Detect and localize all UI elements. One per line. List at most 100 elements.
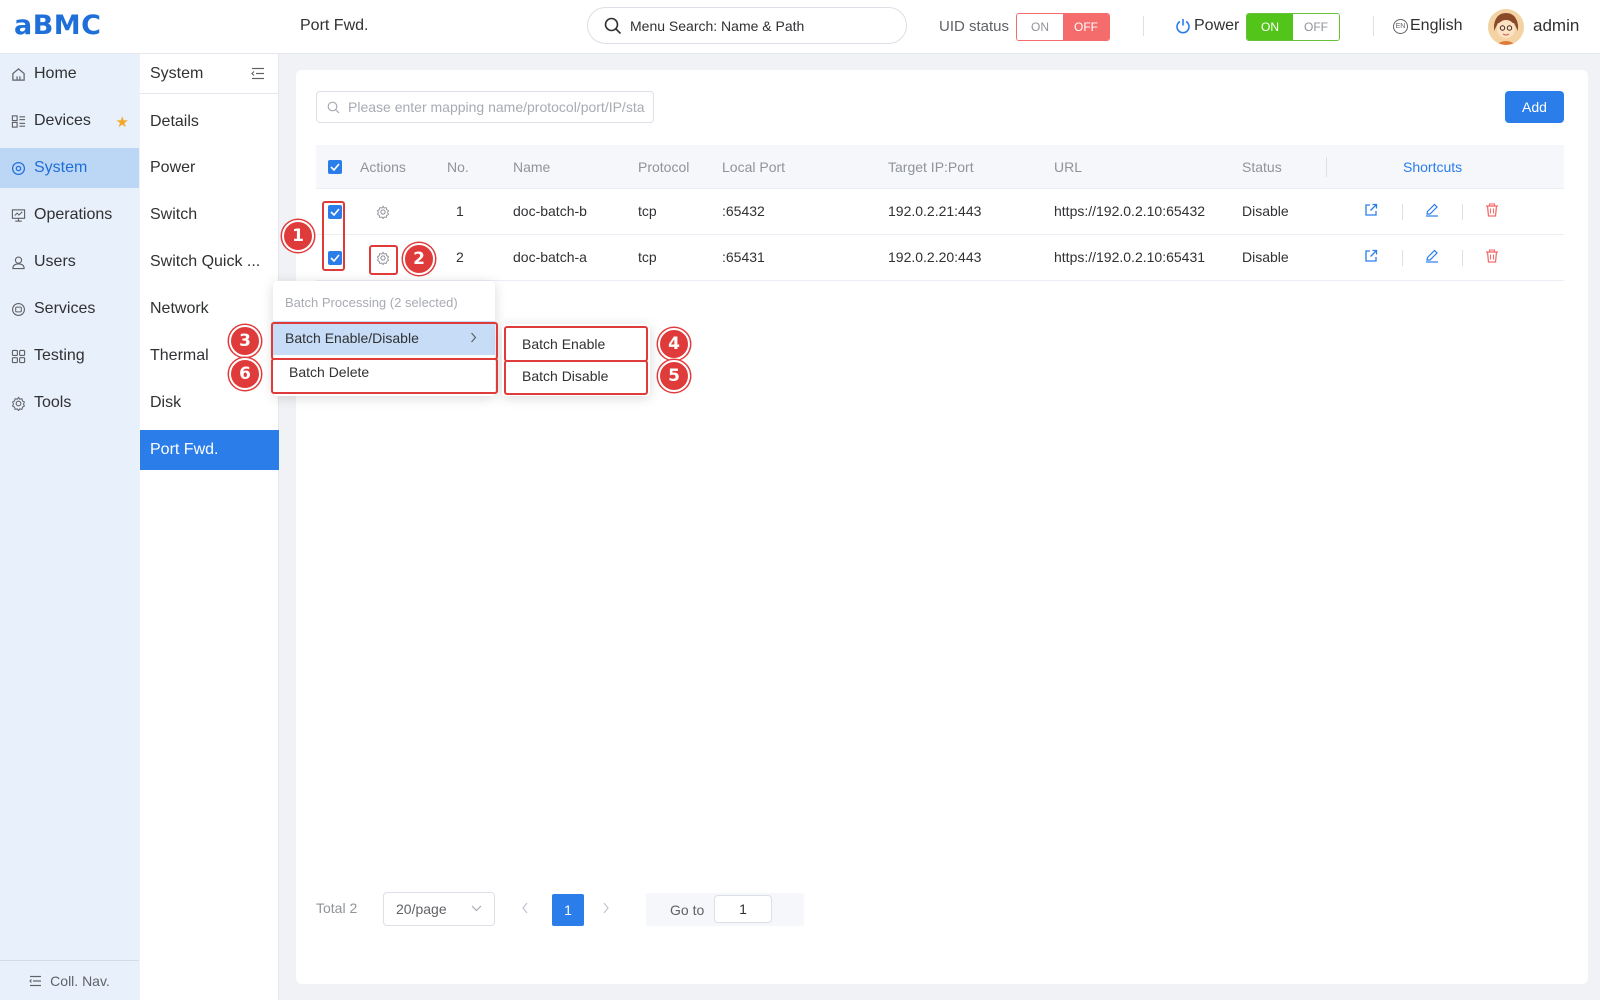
open-link-icon[interactable]	[1364, 203, 1378, 217]
app-logo[interactable]: aBMC	[14, 10, 101, 41]
row-local-port: :65431	[722, 249, 765, 265]
nav-label: Testing	[34, 347, 85, 364]
menu-search-input[interactable]: Menu Search: Name & Path	[587, 7, 907, 44]
table-row: 1 doc-batch-b tcp :65432 192.0.2.21:443 …	[316, 189, 1564, 235]
power-label: Power	[1194, 17, 1240, 34]
prev-page-icon[interactable]	[521, 902, 529, 914]
annotation-badge: 4	[658, 328, 690, 360]
row-url[interactable]: https://192.0.2.10:65431	[1054, 249, 1205, 265]
collapse-nav-label: Coll. Nav.	[50, 972, 110, 989]
settings-gear-icon[interactable]	[376, 205, 390, 219]
nav-item-services[interactable]: Services	[0, 289, 139, 329]
power-off-option[interactable]: OFF	[1293, 14, 1339, 40]
shortcut-divider	[1462, 250, 1463, 266]
select-all-checkbox[interactable]	[328, 160, 342, 174]
nav-item-users[interactable]: Users	[0, 242, 139, 282]
row-status: Disable	[1242, 203, 1289, 219]
nav-label: Users	[34, 253, 76, 270]
annotation-highlight-delete	[271, 358, 498, 394]
nav-item-devices[interactable]: Devices ★	[0, 101, 139, 141]
subnav-header: System	[140, 54, 279, 94]
collapse-nav-button[interactable]: Coll. Nav.	[0, 960, 139, 1000]
language-icon: EN	[1393, 19, 1408, 34]
check-icon	[330, 163, 340, 171]
next-page-icon[interactable]	[602, 902, 610, 914]
annotation-highlight-gear	[369, 245, 398, 275]
row-protocol: tcp	[638, 249, 657, 265]
header-divider	[1143, 16, 1144, 36]
nav-item-home[interactable]: Home	[0, 54, 139, 94]
subnav-item-network[interactable]: Network	[140, 289, 279, 329]
edit-icon[interactable]	[1425, 203, 1439, 217]
nav-label: Home	[34, 65, 77, 82]
row-protocol: tcp	[638, 203, 657, 219]
subnav-item-disk[interactable]: Disk	[140, 383, 279, 423]
uid-on-option[interactable]: ON	[1017, 14, 1063, 40]
mapping-search-input[interactable]: Please enter mapping name/protocol/port/…	[316, 91, 654, 123]
column-header-status: Status	[1242, 159, 1282, 175]
operations-icon	[11, 208, 26, 222]
subnav-item-details[interactable]: Details	[140, 102, 279, 142]
annotation-badge: 2	[403, 243, 435, 275]
row-target: 192.0.2.21:443	[888, 203, 982, 219]
row-target: 192.0.2.20:443	[888, 249, 982, 265]
power-toggle[interactable]: ON OFF	[1246, 13, 1340, 41]
power-on-option[interactable]: ON	[1247, 14, 1293, 40]
nav-item-operations[interactable]: Operations	[0, 195, 139, 235]
edit-icon[interactable]	[1425, 249, 1439, 263]
shortcut-divider	[1462, 204, 1463, 220]
annotation-highlight-checkboxes	[322, 201, 345, 271]
uid-status-toggle[interactable]: ON OFF	[1016, 13, 1110, 41]
avatar[interactable]	[1488, 9, 1524, 45]
nav-label: Tools	[34, 394, 72, 411]
nav-item-system[interactable]: System	[0, 148, 139, 188]
user-name[interactable]: admin	[1533, 16, 1579, 36]
uid-status-label: UID status	[939, 18, 1010, 35]
open-link-icon[interactable]	[1364, 249, 1378, 263]
column-header-protocol: Protocol	[638, 159, 690, 175]
subnav-item-power[interactable]: Power	[140, 148, 279, 188]
collapse-subnav-icon[interactable]	[251, 67, 265, 80]
goto-page-input[interactable]: 1	[714, 895, 772, 923]
nav-label: Operations	[34, 206, 113, 223]
page-size-select[interactable]: 20/page	[383, 892, 495, 926]
annotation-badge: 3	[229, 325, 261, 357]
table-header: Actions No. Name Protocol Local Port Tar…	[316, 145, 1564, 189]
column-header-name: Name	[513, 159, 551, 175]
pagination-total: Total 2	[316, 900, 358, 916]
nav-item-tools[interactable]: Tools	[0, 383, 139, 423]
top-header: aBMC Port Fwd. Menu Search: Name & Path …	[0, 0, 1600, 54]
subnav-item-switch-quick[interactable]: Switch Quick ...	[140, 242, 279, 282]
port-forward-panel: Please enter mapping name/protocol/port/…	[296, 70, 1588, 984]
delete-icon[interactable]	[1485, 249, 1499, 263]
column-header-actions: Actions	[360, 159, 406, 175]
delete-icon[interactable]	[1485, 203, 1499, 217]
testing-icon	[11, 349, 26, 363]
language-selector[interactable]: English	[1410, 17, 1462, 35]
subnav-item-switch[interactable]: Switch	[140, 195, 279, 235]
annotation-badge: 1	[282, 220, 314, 252]
search-icon	[604, 17, 622, 34]
tools-icon	[11, 395, 26, 411]
home-icon	[12, 67, 25, 81]
annotation-badge: 5	[658, 360, 690, 392]
nav-item-testing[interactable]: Testing	[0, 336, 139, 376]
column-divider	[1326, 157, 1327, 177]
annotation-highlight-enable-disable	[271, 322, 498, 360]
favorite-star-icon[interactable]: ★	[116, 113, 129, 131]
goto-label: Go to	[670, 902, 705, 918]
column-header-local-port: Local Port	[722, 159, 786, 175]
devices-icon	[11, 114, 26, 128]
page-number-current[interactable]: 1	[552, 894, 584, 926]
add-button[interactable]: Add	[1505, 91, 1564, 123]
table-row: 2 doc-batch-a tcp :65431 192.0.2.20:443 …	[316, 235, 1564, 281]
nav-label: Devices	[34, 112, 91, 129]
subnav-item-port-fwd[interactable]: Port Fwd.	[140, 430, 279, 470]
row-status: Disable	[1242, 249, 1289, 265]
column-header-no: No.	[447, 159, 469, 175]
uid-off-option[interactable]: OFF	[1063, 14, 1109, 40]
nav-label: Services	[34, 300, 96, 317]
row-url[interactable]: https://192.0.2.10:65432	[1054, 203, 1205, 219]
row-no: 2	[456, 249, 464, 265]
column-header-url: URL	[1054, 159, 1083, 175]
